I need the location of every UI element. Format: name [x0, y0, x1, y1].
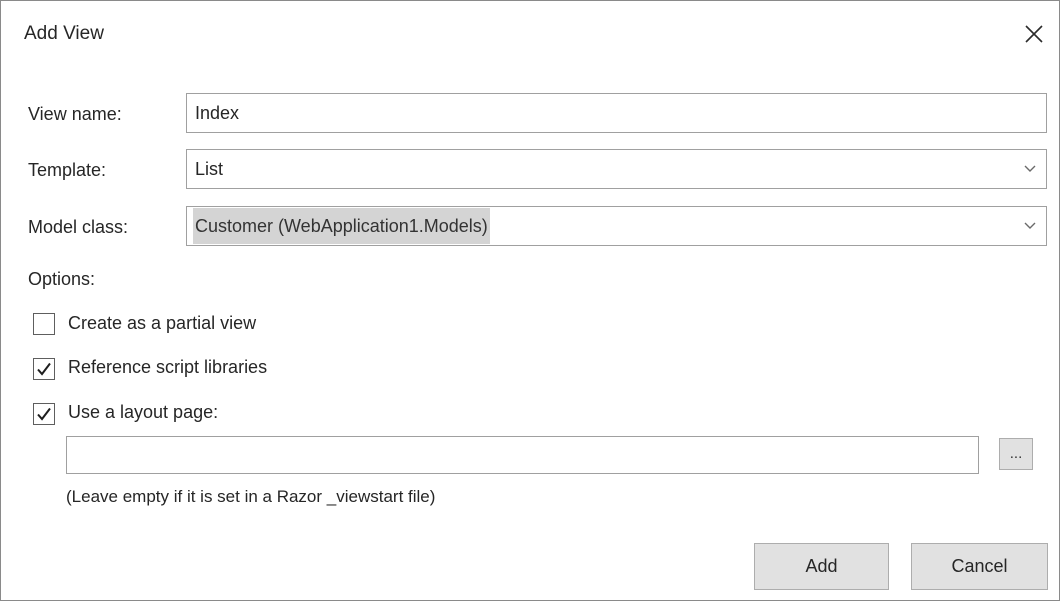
options-heading: Options: — [28, 269, 96, 289]
checkmark-icon — [37, 407, 51, 421]
cancel-button-label: Cancel — [951, 556, 1008, 576]
add-button[interactable]: Add — [754, 543, 889, 590]
reference-scripts-label[interactable]: Reference script libraries — [68, 357, 267, 378]
checkmark-icon — [37, 362, 51, 376]
title-bar: Add View — [1, 1, 1059, 71]
template-select[interactable]: List — [186, 149, 1047, 189]
partial-view-label[interactable]: Create as a partial view — [68, 313, 256, 334]
layout-path-input[interactable] — [66, 436, 979, 474]
browse-label: ... — [1009, 445, 1023, 462]
view-name-label: View name: — [28, 104, 122, 124]
add-button-label: Add — [805, 556, 838, 576]
template-label: Template: — [28, 160, 107, 180]
reference-scripts-checkbox[interactable] — [33, 358, 55, 380]
template-value: List — [195, 159, 224, 179]
add-view-dialog: Add View View name: Index Template: List… — [0, 0, 1060, 601]
use-layout-label[interactable]: Use a layout page: — [68, 402, 218, 423]
chevron-down-icon — [1024, 222, 1036, 229]
use-layout-checkbox[interactable] — [33, 403, 55, 425]
close-icon — [1025, 25, 1043, 43]
layout-hint: (Leave empty if it is set in a Razor _vi… — [66, 487, 436, 506]
close-button[interactable] — [1017, 17, 1051, 51]
model-class-value: Customer (WebApplication1.Models) — [193, 208, 490, 244]
partial-view-checkbox[interactable] — [33, 313, 55, 335]
view-name-value: Index — [195, 103, 240, 123]
browse-button[interactable]: ... — [999, 438, 1033, 470]
cancel-button[interactable]: Cancel — [911, 543, 1048, 590]
chevron-down-icon — [1024, 165, 1036, 172]
model-class-select[interactable]: Customer (WebApplication1.Models) — [186, 206, 1047, 246]
dialog-title: Add View — [24, 23, 104, 44]
view-name-input[interactable]: Index — [186, 93, 1047, 133]
model-class-label: Model class: — [28, 217, 129, 237]
